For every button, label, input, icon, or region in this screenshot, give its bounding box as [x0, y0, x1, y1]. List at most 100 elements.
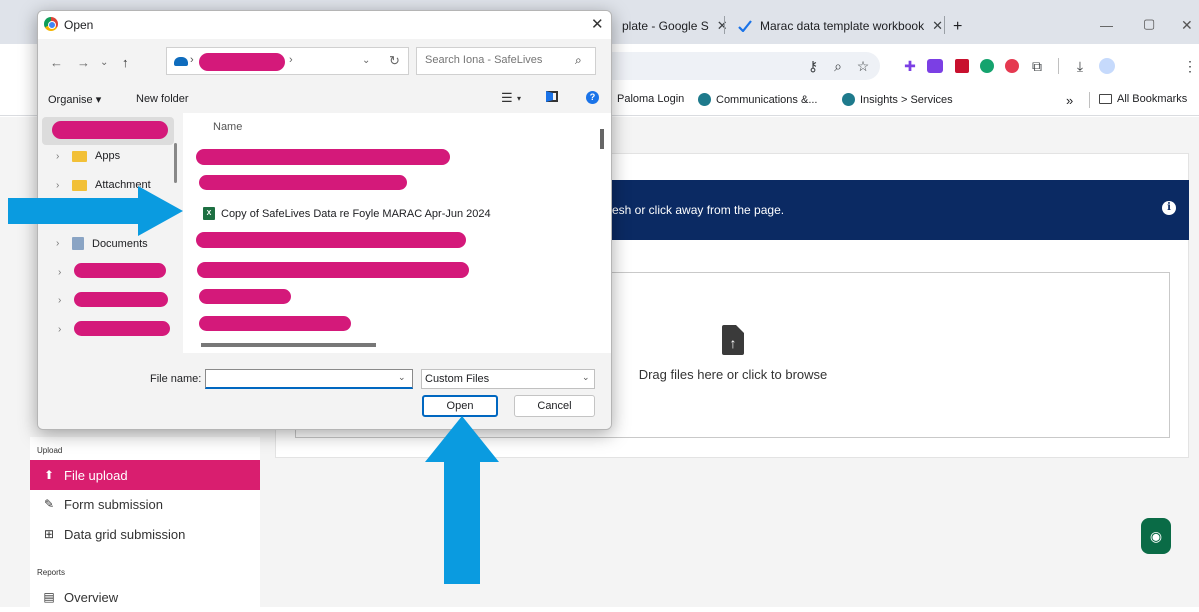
profile-avatar[interactable]: [1097, 56, 1117, 76]
search-icon: ⌕: [575, 53, 582, 67]
sidebar-item-label: Form submission: [64, 496, 163, 512]
back-arrow-icon[interactable]: ←: [50, 55, 63, 70]
redacted-file[interactable]: [197, 262, 469, 278]
extension-red-icon[interactable]: [1002, 56, 1022, 76]
search-input[interactable]: [425, 54, 565, 66]
info-icon[interactable]: i: [1162, 201, 1176, 215]
bookmark-star-icon[interactable]: ☆: [853, 56, 873, 76]
tab-google-sheets[interactable]: plate - Google S ✕: [612, 8, 738, 44]
view-dropdown-icon[interactable]: ▾: [517, 94, 521, 103]
folder-icon: [72, 150, 87, 162]
dialog-title: Open: [64, 18, 94, 32]
up-arrow-icon[interactable]: ↑: [122, 55, 129, 70]
download-icon[interactable]: ⤓: [1070, 56, 1090, 76]
chevron-down-icon: ⌄: [582, 372, 590, 382]
dialog-footer: File name: ⌄ Custom Files ⌄ Open Cancel: [38, 353, 611, 429]
new-tab-button[interactable]: +: [953, 18, 962, 36]
expand-chevron-icon[interactable]: ›: [58, 295, 66, 306]
grid-icon: ⊞: [43, 527, 55, 541]
chevron-down-icon[interactable]: ⌄: [398, 372, 406, 383]
tree-item-label: Documents: [92, 237, 148, 250]
documents-icon: [72, 237, 84, 250]
redacted-nav-item: [52, 121, 168, 139]
bookmark-communications[interactable]: Communications &...: [698, 93, 817, 106]
annotation-arrow-right: [8, 186, 183, 236]
zoom-icon[interactable]: ⌕: [828, 56, 848, 76]
horizontal-scrollbar[interactable]: [201, 343, 376, 347]
recent-chevron-icon[interactable]: ⌄: [100, 57, 108, 68]
redacted-tree-item: [74, 321, 170, 336]
tab-separator: [724, 16, 725, 34]
expand-chevron-icon[interactable]: ›: [56, 238, 64, 249]
organise-menu[interactable]: Organise ▾: [48, 93, 101, 106]
path-breadcrumb[interactable]: › › ⌄ ↻: [166, 47, 409, 75]
all-bookmarks-button[interactable]: All Bookmarks: [1099, 93, 1187, 105]
file-list: Name X Copy of SafeLives Data re Foyle M…: [183, 113, 611, 353]
open-button[interactable]: Open: [422, 395, 498, 417]
file-upload-icon: ↑: [722, 325, 744, 355]
file-type-select[interactable]: Custom Files ⌄: [421, 369, 595, 389]
redacted-file[interactable]: [199, 316, 351, 331]
folder-outline-icon: [1099, 94, 1112, 104]
extension-puzzle-icon[interactable]: ✚: [900, 56, 920, 76]
sidebar: Upload ⬆ File upload ✎ Form submission ⊞…: [30, 437, 260, 607]
redacted-file[interactable]: [196, 149, 450, 165]
path-dropdown-icon[interactable]: ⌄: [362, 55, 370, 66]
view-options-icon[interactable]: ☰: [501, 90, 513, 106]
all-bookmarks-label: All Bookmarks: [1117, 93, 1188, 105]
tab-close-icon[interactable]: ✕: [717, 18, 728, 34]
expand-chevron-icon[interactable]: ›: [56, 151, 64, 162]
bookmarks-overflow-button[interactable]: »: [1066, 93, 1073, 108]
expand-chevron-icon[interactable]: ›: [58, 324, 66, 335]
tab-close-icon[interactable]: ✕: [932, 18, 943, 34]
tab-marac-workbook[interactable]: Marac data template workbook ✕: [728, 8, 953, 44]
bookmark-separator: [1089, 92, 1090, 108]
new-folder-button[interactable]: New folder: [136, 93, 189, 105]
extension-calendar-icon[interactable]: [925, 56, 945, 76]
help-icon[interactable]: ?: [586, 91, 599, 104]
extension-grammarly-icon[interactable]: [977, 56, 997, 76]
file-name-combobox[interactable]: ⌄: [205, 369, 413, 389]
sidebar-heading-upload: Upload: [37, 446, 63, 455]
bookmark-label: Insights > Services: [860, 93, 953, 106]
onedrive-cloud-icon: [174, 57, 188, 66]
tab-separator: [944, 16, 945, 34]
minimize-button[interactable]: —: [1100, 18, 1113, 33]
bookmark-label: Paloma Login: [617, 93, 685, 105]
expand-chevron-icon[interactable]: ›: [58, 267, 66, 278]
window-close-button[interactable]: ✕: [1181, 17, 1193, 34]
sidebar-item-data-grid[interactable]: ⊞ Data grid submission: [30, 519, 260, 549]
bookmark-insights[interactable]: Insights > Services: [842, 93, 953, 106]
column-header-name[interactable]: Name: [213, 121, 242, 133]
cancel-button[interactable]: Cancel: [514, 395, 595, 417]
tree-item-documents[interactable]: › Documents: [56, 237, 148, 250]
redacted-file[interactable]: [199, 289, 291, 304]
sharepoint-icon: [842, 93, 855, 106]
file-name-input[interactable]: [210, 372, 390, 384]
chatbot-icon[interactable]: ◉: [1141, 518, 1171, 554]
checkmark-icon: [738, 20, 752, 32]
password-key-icon[interactable]: ⚷: [803, 56, 823, 76]
dialog-search[interactable]: ⌕: [416, 47, 596, 75]
file-row-target[interactable]: X Copy of SafeLives Data re Foyle MARAC …: [203, 207, 491, 220]
file-type-value: Custom Files: [425, 373, 490, 385]
dialog-close-icon[interactable]: ✕: [591, 15, 604, 33]
chrome-menu-icon[interactable]: ⋮: [1180, 56, 1199, 76]
forward-arrow-icon[interactable]: →: [77, 55, 90, 70]
dialog-command-bar: Organise ▾ New folder ☰ ▾ ?: [38, 87, 611, 113]
bookmark-paloma[interactable]: Paloma Login: [617, 93, 684, 105]
sidebar-item-form-submission[interactable]: ✎ Form submission: [30, 489, 260, 519]
nav-scrollbar[interactable]: [174, 143, 177, 183]
preview-pane-icon[interactable]: [546, 91, 558, 102]
sidebar-item-file-upload[interactable]: ⬆ File upload: [30, 460, 260, 490]
tree-item-apps[interactable]: › Apps: [56, 150, 120, 162]
extension-pdf-icon[interactable]: [952, 56, 972, 76]
sidebar-item-overview[interactable]: ▤ Overview: [30, 582, 260, 612]
restore-button[interactable]: ▢: [1143, 16, 1155, 32]
breadcrumb-separator-icon: ›: [190, 54, 194, 66]
refresh-icon[interactable]: ↻: [389, 53, 400, 69]
extensions-menu-icon[interactable]: ⧉: [1027, 56, 1047, 76]
file-list-scrollbar[interactable]: [600, 129, 604, 149]
redacted-file[interactable]: [196, 232, 466, 248]
redacted-file[interactable]: [199, 175, 407, 190]
